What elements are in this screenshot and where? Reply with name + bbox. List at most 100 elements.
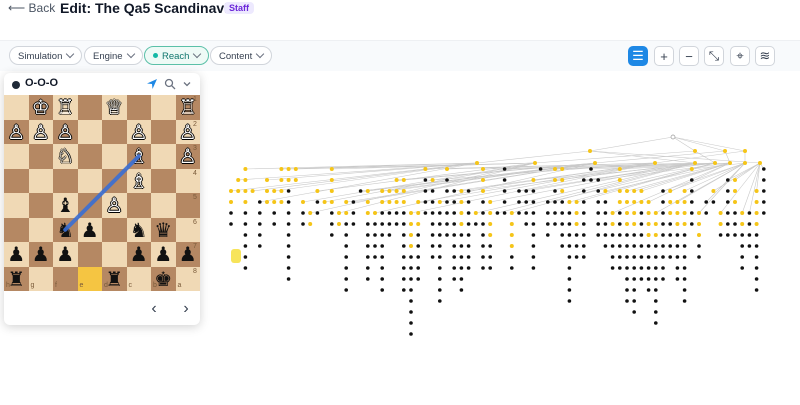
tree-node[interactable] [632,233,636,237]
tree-node[interactable] [546,222,550,226]
tree-node[interactable] [653,233,658,237]
tree-node[interactable] [229,189,233,193]
tree-node[interactable] [610,255,615,259]
tree-node[interactable] [380,277,384,281]
tree-node[interactable] [646,200,651,204]
tree-node[interactable] [560,189,565,193]
tree-node[interactable] [603,211,608,215]
tree-node[interactable] [617,178,622,182]
tree-node[interactable] [459,255,464,259]
tree-node[interactable] [344,211,349,215]
tree-node[interactable] [286,222,291,226]
tree-node[interactable] [474,222,478,226]
tree-node[interactable] [445,200,449,204]
tree-node[interactable] [618,266,622,270]
tree-node[interactable] [758,161,762,165]
tree-node[interactable] [387,211,392,215]
chevron-down-icon[interactable] [181,78,193,90]
tree-node[interactable] [265,200,269,204]
tree-node[interactable] [373,211,377,215]
tree-node[interactable] [682,222,687,226]
tree-node[interactable] [567,299,572,303]
tree-node[interactable] [366,255,370,259]
tree-node[interactable] [704,211,708,215]
tree-node[interactable] [293,167,298,171]
tree-node[interactable] [697,244,701,248]
tree-node[interactable] [632,266,636,270]
tree-node[interactable] [272,222,276,226]
tree-node[interactable] [301,200,305,204]
tree-node[interactable] [373,255,377,259]
tree-node[interactable] [366,233,370,237]
tree-node[interactable] [733,178,737,182]
tree-node[interactable] [754,266,759,270]
tree-node[interactable] [646,222,651,226]
tree-node[interactable] [466,211,471,215]
tree-node[interactable] [517,189,521,193]
tree-node[interactable] [754,255,759,259]
white-piece[interactable]: ♖ [53,95,78,120]
tree-node[interactable] [437,200,442,204]
board-square[interactable] [77,119,102,144]
tree-node[interactable] [279,178,284,182]
tree-node[interactable] [452,222,456,226]
tree-node[interactable] [654,277,658,281]
tree-node[interactable] [625,266,629,270]
tree-node[interactable] [452,189,456,193]
white-piece[interactable]: ♕ [102,95,127,120]
tree-node[interactable] [682,288,687,292]
prev-move-button[interactable]: ‹ [145,301,163,319]
tree-node[interactable] [617,167,622,171]
tree-node[interactable] [596,233,600,237]
tree-node[interactable] [567,200,572,204]
tree-node[interactable] [639,200,644,204]
tree-node[interactable] [315,211,320,215]
tree-node[interactable] [675,222,680,226]
tree-node[interactable] [502,200,507,204]
tree-node[interactable] [394,200,399,204]
tree-node[interactable] [682,211,687,215]
tree-node[interactable] [639,222,644,226]
tree-node[interactable] [596,178,600,182]
tree-node[interactable] [438,222,442,226]
tree-node[interactable] [632,189,637,193]
tree-node[interactable] [625,233,629,237]
tree-node[interactable] [517,211,521,215]
board-square[interactable] [102,144,127,169]
tree-node[interactable] [740,255,744,259]
tree-node[interactable] [272,211,276,215]
tree-node[interactable] [459,288,464,292]
tree-node[interactable] [445,233,449,237]
black-piece[interactable]: ♞ [53,218,78,243]
tree-node[interactable] [365,211,370,215]
tree-node[interactable] [351,211,356,215]
tree-node[interactable] [265,189,269,193]
tree-node[interactable] [366,266,370,270]
board-square[interactable] [4,144,29,169]
tree-node[interactable] [315,189,320,193]
tree-node[interactable] [646,211,651,215]
tree-node[interactable] [747,244,752,248]
tree-node[interactable] [258,244,262,248]
tree-node[interactable] [661,266,665,270]
tree-node[interactable] [646,255,651,259]
tree-node[interactable] [747,211,752,215]
white-piece[interactable]: ♙ [102,193,127,218]
tree-node[interactable] [632,222,637,226]
white-piece[interactable]: ♔ [29,95,54,120]
tree-node[interactable] [380,266,384,270]
tree-node[interactable] [445,189,449,193]
tree-node[interactable] [394,178,399,182]
tree-node[interactable] [625,244,629,248]
tree-node[interactable] [754,222,759,226]
tree-node[interactable] [740,211,745,215]
tree-node[interactable] [286,277,291,281]
tree-node[interactable] [625,211,629,215]
tree-node[interactable] [380,200,385,204]
tree-node[interactable] [481,200,485,204]
tree-node[interactable] [445,211,449,215]
tree-node[interactable] [567,288,572,292]
tree-node[interactable] [733,233,737,237]
tree-node[interactable] [286,211,291,215]
tree-node[interactable] [740,244,744,248]
